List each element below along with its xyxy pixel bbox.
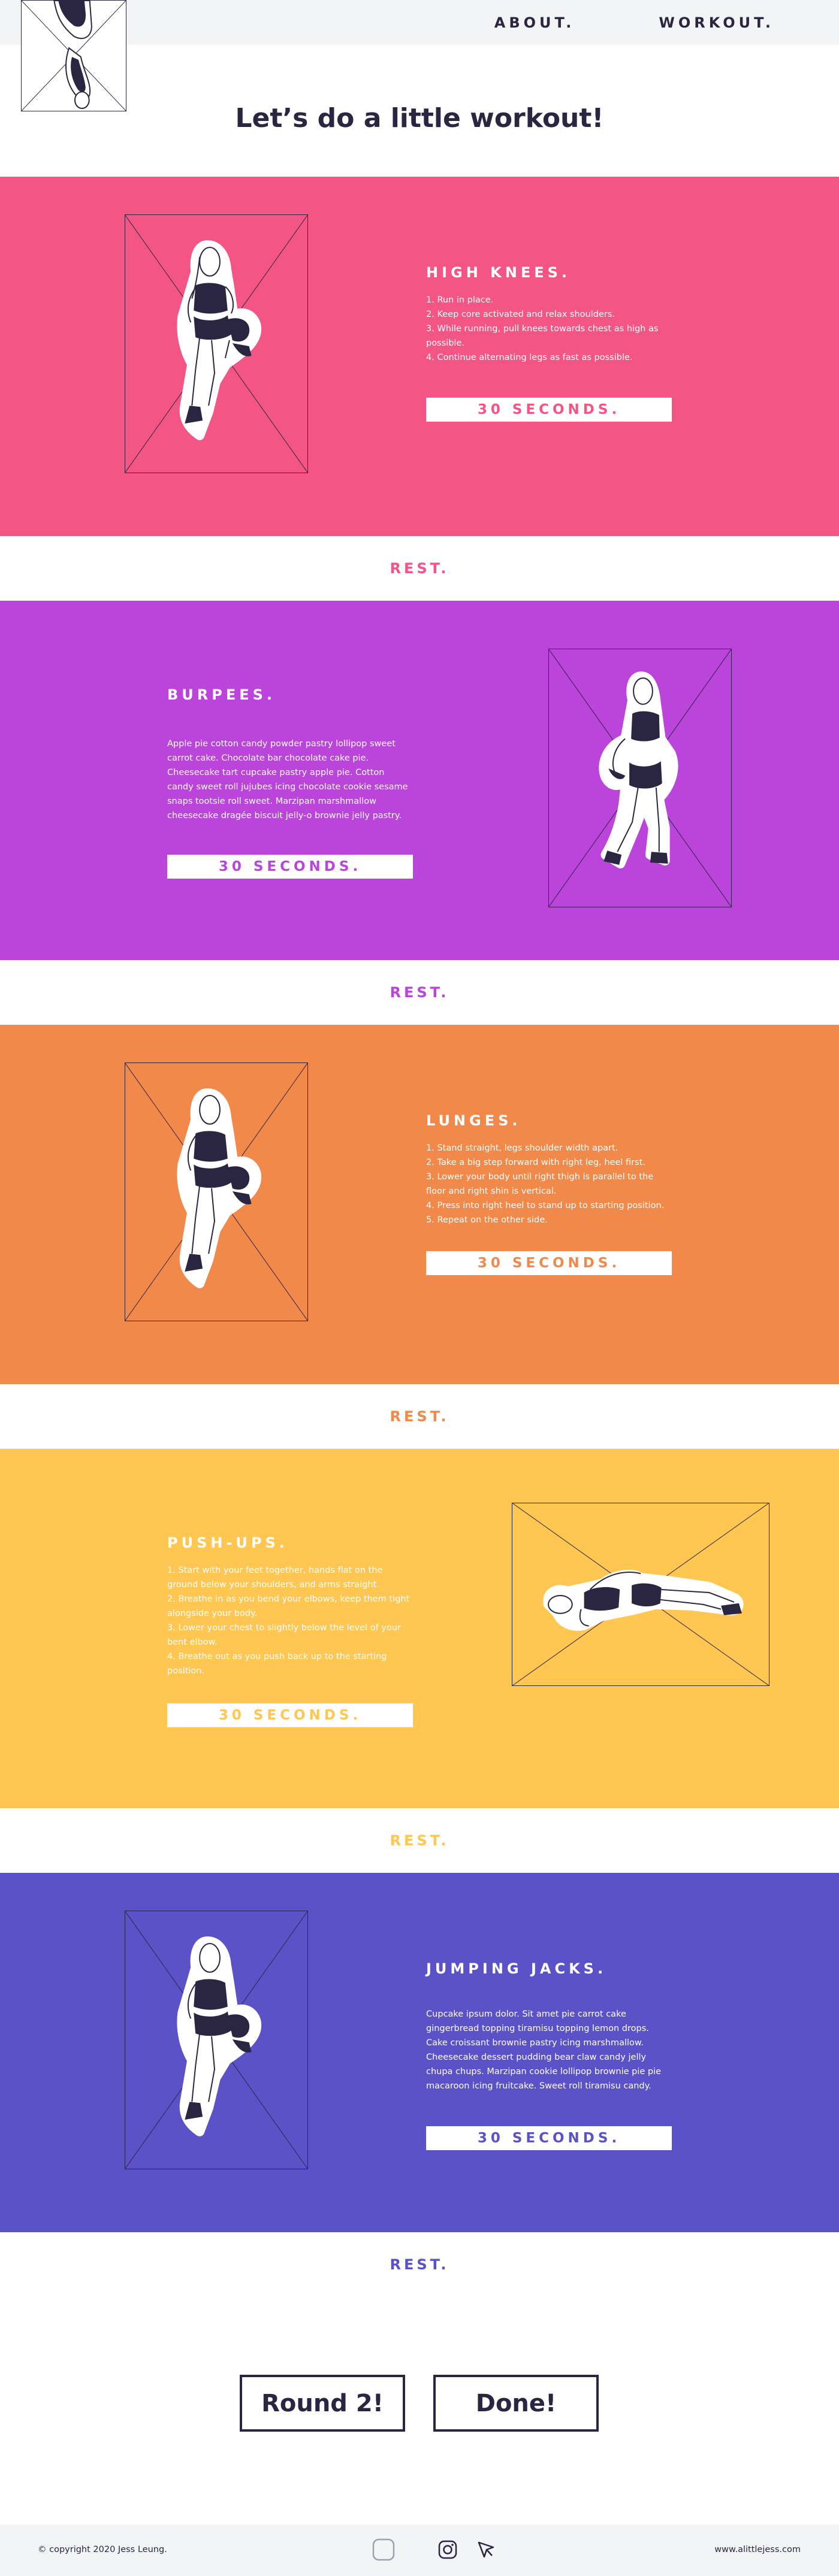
nav-link-workout[interactable]: WORKOUT.: [659, 14, 774, 31]
duration-badge: 30 SECONDS.: [426, 1251, 672, 1275]
top-navigation-bar: ABOUT. WORKOUT.: [0, 0, 839, 111]
round-2-button[interactable]: Round 2!: [240, 2375, 405, 2432]
copyright-text: © copyright 2020 Jess Leung.: [38, 2545, 167, 2554]
exercise-illustration: [125, 1911, 308, 2169]
rest-label: REST.: [390, 1832, 449, 1849]
exercise-section-high-knees: HIGH KNEES. 1. Run in place. 2. Keep cor…: [0, 177, 839, 536]
figure-push-ups-image: [512, 1503, 769, 1685]
duration-badge: 30 SECONDS.: [167, 1703, 413, 1727]
step: 2. Take a big step forward with right le…: [426, 1158, 645, 1167]
exercise-info: JUMPING JACKS. Cupcake ipsum dolor. Sit …: [426, 1960, 672, 2093]
step: 1. Run in place.: [426, 295, 494, 305]
exercise-info: PUSH-UPS. 1. Start with your feet togeth…: [167, 1534, 413, 1678]
footer: © copyright 2020 Jess Leung. www.alittle…: [0, 2524, 839, 2576]
cursor-icon[interactable]: [476, 2539, 496, 2560]
exercise-illustration: [548, 649, 732, 907]
figure-jumping-jacks-image: [125, 1911, 307, 2169]
duration-badge: 30 SECONDS.: [167, 855, 413, 879]
exercise-info: BURPEES. Apple pie cotton candy powder p…: [167, 686, 413, 823]
rest-label: REST.: [390, 1408, 449, 1425]
figure-burpees-image: [549, 649, 731, 907]
exercise-section-lunges: LUNGES. 1. Stand straight, legs shoulder…: [0, 1025, 839, 1384]
exercise-steps: 1. Run in place. 2. Keep core activated …: [426, 293, 672, 365]
site-url[interactable]: www.alittlejess.com: [714, 2545, 801, 2554]
exercise-description: Cupcake ipsum dolor. Sit amet pie carrot…: [426, 2009, 662, 2091]
done-button[interactable]: Done!: [433, 2375, 599, 2432]
duration-badge: 30 SECONDS.: [426, 2126, 672, 2150]
step: 5. Repeat on the other side.: [426, 1215, 548, 1225]
exercise-title: LUNGES.: [426, 1112, 521, 1129]
rest-label: REST.: [390, 2256, 449, 2273]
figure-high-knees-image: [125, 215, 307, 473]
figure-lunges-image: [125, 1063, 307, 1321]
step: 3. Lower your body until right thigh is …: [426, 1172, 654, 1196]
step: 4. Breathe out as you push back up to th…: [167, 1652, 387, 1676]
step: 2. Breathe in as you bend your elbows, k…: [167, 1594, 410, 1618]
step: 4. Continue alternating legs as fast as …: [426, 353, 633, 362]
exercise-title: PUSH-UPS.: [167, 1534, 288, 1551]
logo-illustration: [22, 1, 126, 111]
exercise-title: JUMPING JACKS.: [426, 1960, 607, 1977]
exercise-title: HIGH KNEES.: [426, 264, 571, 281]
exercise-section-burpees: BURPEES. Apple pie cotton candy powder p…: [0, 601, 839, 960]
rest-label: REST.: [390, 560, 449, 577]
step: 1. Stand straight, legs shoulder width a…: [426, 1143, 618, 1153]
exercise-title: BURPEES.: [167, 686, 276, 703]
exercise-illustration: [125, 1063, 308, 1321]
exercise-steps: 1. Stand straight, legs shoulder width a…: [426, 1141, 672, 1227]
action-buttons: Round 2! Done!: [0, 2297, 839, 2524]
rounded-square-icon[interactable]: [372, 2538, 396, 2562]
step: 1. Start with your feet together, hands …: [167, 1566, 383, 1590]
main-nav: ABOUT. WORKOUT.: [494, 14, 774, 31]
nav-link-about[interactable]: ABOUT.: [494, 14, 575, 31]
social-icons: [372, 2538, 496, 2562]
exercise-info: LUNGES. 1. Stand straight, legs shoulder…: [426, 1112, 672, 1227]
exercise-info: HIGH KNEES. 1. Run in place. 2. Keep cor…: [426, 264, 672, 365]
exercise-illustration: [125, 214, 308, 473]
exercise-section-jumping-jacks: JUMPING JACKS. Cupcake ipsum dolor. Sit …: [0, 1873, 839, 2232]
step: 3. Lower your chest to slightly below th…: [167, 1623, 401, 1647]
exercise-illustration: [512, 1503, 769, 1686]
exercise-steps: 1. Start with your feet together, hands …: [167, 1563, 413, 1678]
instagram-icon[interactable]: [437, 2539, 458, 2560]
site-logo[interactable]: [21, 0, 126, 111]
step: 3. While running, pull knees towards che…: [426, 324, 659, 348]
duration-badge: 30 SECONDS.: [426, 398, 672, 422]
rest-label: REST.: [390, 984, 449, 1001]
exercise-description: Apple pie cotton candy powder pastry lol…: [167, 739, 408, 821]
exercise-section-push-ups: PUSH-UPS. 1. Start with your feet togeth…: [0, 1449, 839, 1808]
step: 2. Keep core activated and relax shoulde…: [426, 310, 615, 319]
step: 4. Press into right heel to stand up to …: [426, 1201, 665, 1210]
